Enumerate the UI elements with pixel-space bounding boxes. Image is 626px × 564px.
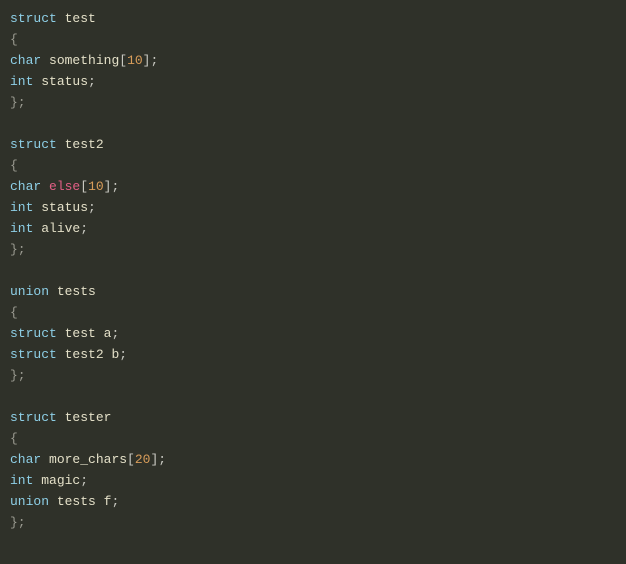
number-literal: 10 — [127, 53, 143, 68]
ident-tests: tests — [57, 494, 96, 509]
close-brace: }; — [10, 368, 26, 383]
keyword-int: int — [10, 200, 33, 215]
keyword-union: union — [10, 494, 49, 509]
ident-test2: test2 — [65, 137, 104, 152]
number-literal: 20 — [135, 452, 151, 467]
keyword-struct: struct — [10, 326, 57, 341]
keyword-int: int — [10, 74, 33, 89]
keyword-struct: struct — [10, 410, 57, 425]
ident-status: status — [41, 200, 88, 215]
ident-more-chars: more_chars — [49, 452, 127, 467]
ident-something: something — [49, 53, 119, 68]
keyword-struct: struct — [10, 137, 57, 152]
open-brace: { — [10, 32, 18, 47]
ident-test2: test2 — [65, 347, 104, 362]
ident-test: test — [65, 11, 96, 26]
open-brace: { — [10, 158, 18, 173]
ident-magic: magic — [41, 473, 80, 488]
keyword-struct: struct — [10, 11, 57, 26]
open-brace: { — [10, 431, 18, 446]
keyword-int: int — [10, 473, 33, 488]
ident-status: status — [41, 74, 88, 89]
close-brace: }; — [10, 242, 26, 257]
keyword-char: char — [10, 53, 41, 68]
keyword-union: union — [10, 284, 49, 299]
keyword-char: char — [10, 452, 41, 467]
keyword-else: else — [49, 179, 80, 194]
number-literal: 10 — [88, 179, 104, 194]
ident-tests: tests — [57, 284, 96, 299]
ident-test: test — [65, 326, 96, 341]
ident-alive: alive — [41, 221, 80, 236]
close-brace: }; — [10, 95, 26, 110]
ident-tester: tester — [65, 410, 112, 425]
close-brace: }; — [10, 515, 26, 530]
code-block: struct test { char something[10]; int st… — [10, 8, 616, 533]
keyword-char: char — [10, 179, 41, 194]
keyword-struct: struct — [10, 347, 57, 362]
open-brace: { — [10, 305, 18, 320]
keyword-int: int — [10, 221, 33, 236]
